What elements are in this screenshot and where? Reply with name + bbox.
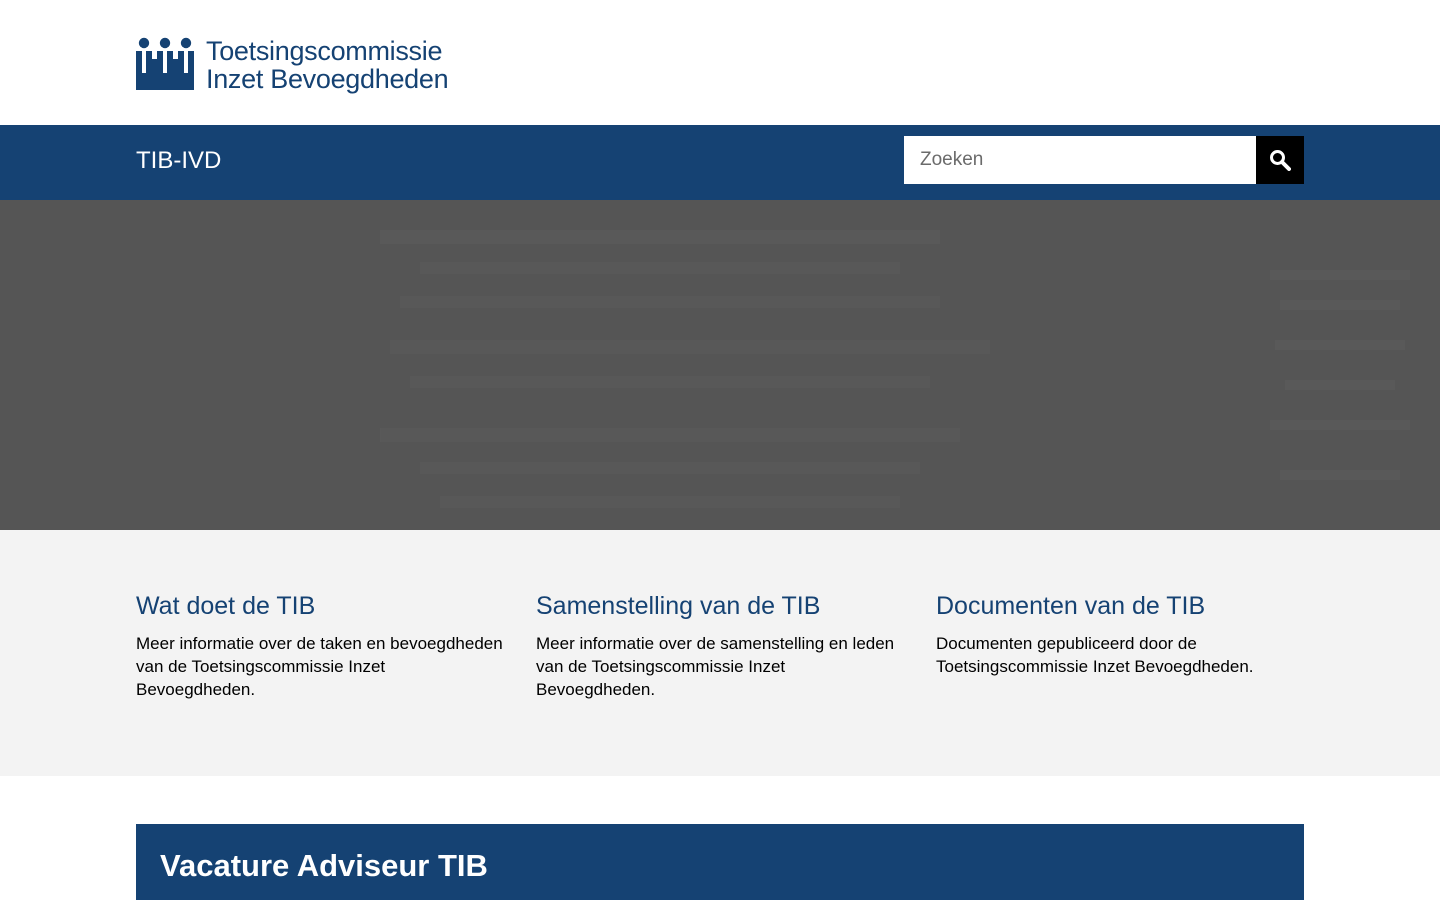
logo-line-1: Toetsingscommissie — [206, 36, 443, 66]
search-input[interactable] — [904, 136, 1256, 184]
card-wat-doet: Wat doet de TIB Meer informatie over de … — [136, 590, 504, 701]
logo-link[interactable]: Toetsingscommissie Inzet Bevoegdheden — [136, 36, 449, 94]
hero-texture — [0, 200, 1440, 530]
card-title-link[interactable]: Samenstelling van de TIB — [536, 590, 904, 622]
card-title-link[interactable]: Wat doet de TIB — [136, 590, 504, 622]
vacancy-title: Vacature Adviseur TIB — [160, 848, 488, 883]
card-title-link[interactable]: Documenten van de TIB — [936, 590, 1304, 622]
logo-text: Toetsingscommissie Inzet Bevoegdheden — [206, 36, 449, 94]
hero-banner-image — [0, 200, 1440, 530]
search-icon — [1270, 150, 1291, 171]
site-header: Toetsingscommissie Inzet Bevoegdheden — [0, 0, 1440, 125]
vacancy-banner[interactable]: Vacature Adviseur TIB — [136, 824, 1304, 900]
card-samenstelling: Samenstelling van de TIB Meer informatie… — [536, 590, 904, 701]
logo-line-2: Inzet Bevoegdheden — [206, 64, 449, 94]
site-name-link[interactable]: TIB-IVD — [136, 147, 221, 175]
card-documenten: Documenten van de TIB Documenten gepubli… — [936, 590, 1304, 678]
top-navbar: TIB-IVD — [0, 125, 1440, 200]
card-description: Meer informatie over de samenstelling en… — [536, 634, 895, 699]
search-form — [904, 136, 1304, 184]
card-description: Documenten gepubliceerd door de Toetsing… — [936, 634, 1254, 676]
search-button[interactable] — [1256, 136, 1304, 184]
card-description: Meer informatie over de taken en bevoegd… — [136, 634, 503, 699]
ministry-figures-logo — [136, 37, 194, 90]
info-cards-section: Wat doet de TIB Meer informatie over de … — [0, 530, 1440, 776]
